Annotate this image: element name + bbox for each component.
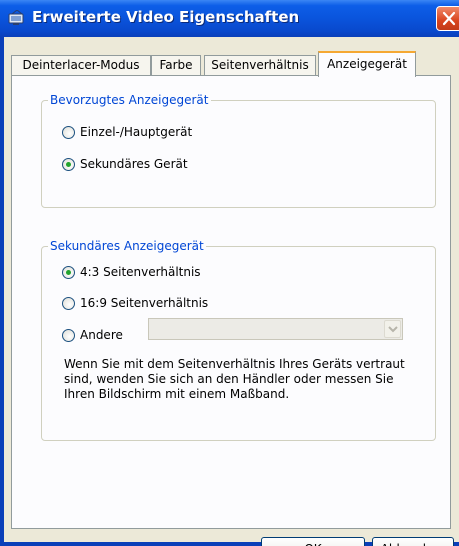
radio-primary-device-label: Einzel-/Hauptgerät [80,125,193,139]
radio-button-unchecked-icon [62,328,75,342]
radio-button-checked-icon [62,265,75,279]
radio-button-unchecked-icon [62,296,75,310]
video-display-icon [8,9,26,26]
close-icon [442,11,456,26]
secondary-display-legend: Sekundäres Anzeigegerät [48,239,206,253]
close-button[interactable] [436,6,459,31]
radio-other-label: Andere [80,328,123,342]
ok-button[interactable]: OK [261,537,365,546]
radio-primary-device[interactable]: Einzel-/Hauptgerät [62,125,192,139]
tab-aspect-ratio[interactable]: Seitenverhältnis [204,55,316,75]
chevron-down-icon [388,326,398,333]
radio-secondary-device[interactable]: Sekundäres Gerät [62,157,188,171]
dialog-window: Erweiterte Video Eigenschaften Deinterla… [0,0,459,546]
preferred-display-legend: Bevorzugtes Anzeigegerät [48,93,211,107]
aspect-info-text: Wenn Sie mit dem Seitenverhältnis Ihres … [64,357,405,401]
dropdown-button[interactable] [384,320,401,338]
preferred-display-group: Bevorzugtes Anzeigegerät Einzel-/Hauptge… [41,93,436,208]
secondary-display-group: Sekundäres Anzeigegerät 4:3 Seitenverhäl… [41,239,436,441]
radio-aspect-4-3-label: 4:3 Seitenverhältnis [80,265,201,279]
radio-other[interactable]: Andere [62,328,123,342]
window-title: Erweiterte Video Eigenschaften [32,8,300,26]
cancel-button[interactable]: Abbrechen [372,537,454,546]
radio-button-checked-icon [62,157,75,171]
radio-aspect-16-9[interactable]: 16:9 Seitenverhältnis [62,296,208,310]
other-aspect-select[interactable] [148,318,403,340]
radio-button-unchecked-icon [62,125,75,139]
tab-deinterlacer-mode[interactable]: Deinterlacer-Modus [11,55,151,75]
tab-color[interactable]: Farbe [151,55,201,75]
dialog-body: Deinterlacer-Modus Farbe Seitenverhältni… [4,37,459,546]
radio-secondary-device-label: Sekundäres Gerät [80,157,188,171]
radio-aspect-16-9-label: 16:9 Seitenverhältnis [80,296,209,310]
radio-aspect-4-3[interactable]: 4:3 Seitenverhältnis [62,265,201,279]
title-bar[interactable]: Erweiterte Video Eigenschaften [0,0,459,37]
tab-panel-display-device: Bevorzugtes Anzeigegerät Einzel-/Hauptge… [11,75,451,529]
tab-display-device[interactable]: Anzeigegerät [318,51,416,77]
